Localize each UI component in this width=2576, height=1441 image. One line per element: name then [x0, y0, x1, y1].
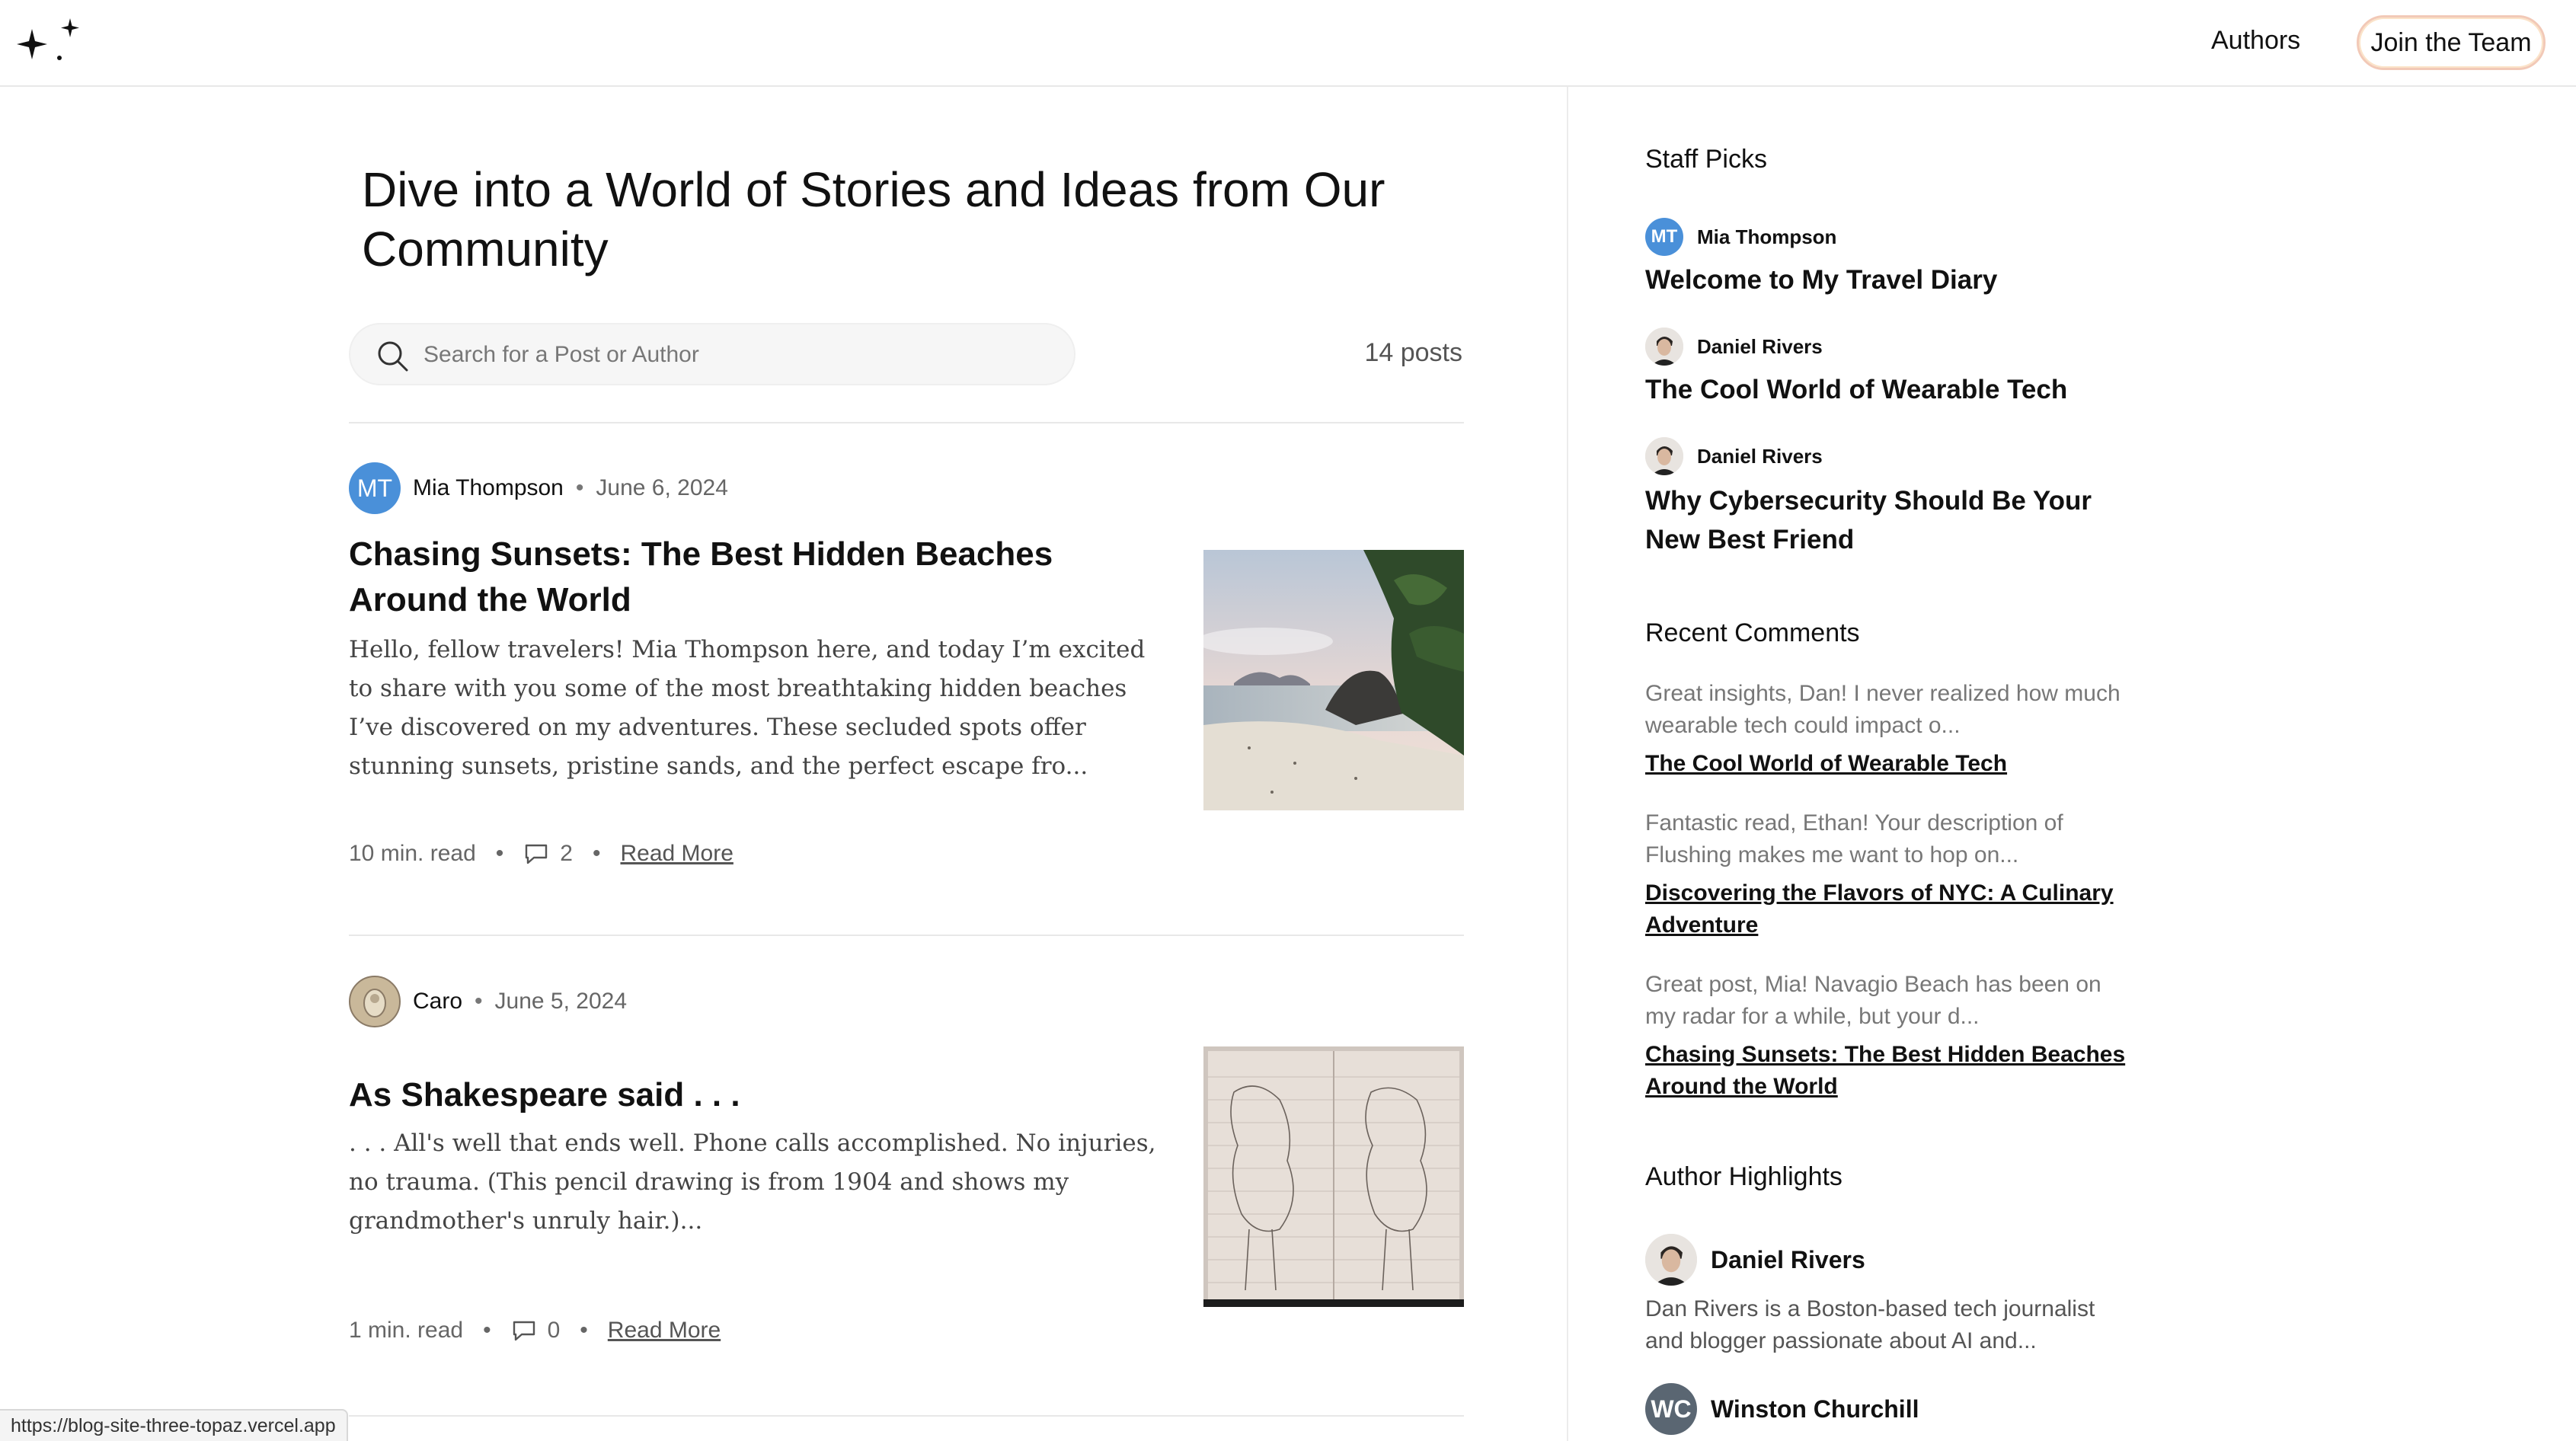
sparkles-icon[interactable]: [14, 14, 87, 72]
pick-title[interactable]: The Cool World of Wearable Tech: [1645, 370, 2178, 409]
read-time: 1 min. read: [349, 1318, 464, 1343]
sidebar-divider: [1567, 87, 1568, 1441]
search-icon: [375, 338, 410, 373]
beach-photo[interactable]: [1203, 550, 1464, 810]
highlight-author[interactable]: Daniel Rivers: [1645, 1234, 2133, 1286]
pick-author[interactable]: Daniel Rivers: [1645, 328, 2178, 366]
staff-pick-item: MT Mia Thompson Welcome to My Travel Dia…: [1645, 218, 2178, 299]
author-highlight-item: WC Winston Churchill: [1645, 1383, 2178, 1435]
post-date: June 5, 2024: [494, 989, 628, 1014]
link-preview-status: https://blog-site-three-topaz.vercel.app: [0, 1409, 348, 1441]
comment-post-link[interactable]: The Cool World of Wearable Tech: [1645, 748, 2133, 780]
comment-icon[interactable]: [523, 842, 549, 865]
read-time: 10 min. read: [349, 841, 476, 866]
post-footer: 10 min. read • 2 • Read More: [349, 841, 733, 867]
post-date: June 6, 2024: [596, 475, 728, 500]
meta-separator: •: [475, 989, 483, 1014]
post-author[interactable]: Caro: [413, 989, 462, 1014]
comment-item: Great post, Mia! Navagio Beach has been …: [1645, 969, 2133, 1103]
read-more-link[interactable]: Read More: [620, 841, 733, 867]
post-title[interactable]: As Shakespeare said . . .: [349, 1072, 1156, 1118]
read-more-link[interactable]: Read More: [608, 1318, 721, 1344]
pick-author-name: Daniel Rivers: [1697, 444, 1823, 468]
page-title: Dive into a World of Stories and Ideas f…: [362, 162, 1385, 276]
author-highlights-heading: Author Highlights: [1645, 1162, 1843, 1191]
avatar[interactable]: MT: [349, 462, 401, 514]
avatar: MT: [1645, 218, 1683, 256]
staff-picks-heading: Staff Picks: [1645, 145, 1767, 174]
post-author[interactable]: Mia Thompson: [413, 475, 564, 501]
top-navbar: Authors Join the Team: [0, 0, 2576, 87]
meta-separator: •: [483, 1318, 491, 1343]
meta-separator: •: [592, 841, 601, 866]
divider: [349, 1415, 1464, 1417]
highlight-bio: Dan Rivers is a Boston-based tech journa…: [1645, 1296, 2095, 1353]
meta-separator: •: [580, 1318, 588, 1343]
nav-authors-link[interactable]: Authors: [2211, 26, 2300, 56]
post-excerpt: . . . All's well that ends well. Phone c…: [349, 1129, 1156, 1235]
comment-post-link[interactable]: Discovering the Flavors of NYC: A Culina…: [1645, 877, 2133, 941]
post-excerpt: Hello, fellow travelers! Mia Thompson he…: [349, 636, 1146, 780]
comment-count: 2: [560, 841, 573, 866]
pick-author[interactable]: Daniel Rivers: [1645, 437, 2178, 475]
comment-icon[interactable]: [511, 1319, 537, 1342]
meta-separator: •: [495, 841, 504, 866]
comment-item: Great insights, Dan! I never realized ho…: [1645, 678, 2133, 780]
comment-item: Fantastic read, Ethan! Your description …: [1645, 807, 2133, 941]
comment-count: 0: [547, 1318, 561, 1343]
comment-text: Great insights, Dan! I never realized ho…: [1645, 681, 2121, 738]
divider: [349, 422, 1464, 423]
search-input[interactable]: [423, 335, 1048, 375]
comment-text: Fantastic read, Ethan! Your description …: [1645, 810, 2063, 867]
post-count: 14 posts: [1364, 338, 1462, 367]
avatar: WC: [1645, 1383, 1697, 1435]
staff-pick-item: Daniel Rivers Why Cybersecurity Should B…: [1645, 437, 2178, 559]
author-highlight-item: Daniel Rivers Dan Rivers is a Boston-bas…: [1645, 1234, 2133, 1357]
highlight-author-name: Daniel Rivers: [1711, 1245, 1865, 1273]
pick-author[interactable]: MT Mia Thompson: [1645, 218, 2178, 256]
divider: [349, 935, 1464, 936]
pick-author-name: Mia Thompson: [1697, 225, 1837, 248]
comment-text: Great post, Mia! Navagio Beach has been …: [1645, 972, 2101, 1029]
avatar: [1645, 437, 1683, 475]
search-bar[interactable]: [349, 323, 1075, 385]
join-team-button[interactable]: Join the Team: [2357, 15, 2546, 70]
comment-post-link[interactable]: Chasing Sunsets: The Best Hidden Beaches…: [1645, 1039, 2133, 1103]
meta-separator: •: [575, 475, 584, 500]
recent-comments-heading: Recent Comments: [1645, 618, 1860, 647]
post-footer: 1 min. read • 0 • Read More: [349, 1318, 721, 1344]
pick-author-name: Daniel Rivers: [1697, 334, 1823, 358]
post-meta: MT Mia Thompson • June 6, 2024: [349, 462, 728, 515]
highlight-author[interactable]: WC Winston Churchill: [1645, 1383, 2178, 1435]
post-meta: Caro • June 5, 2024: [349, 975, 627, 1028]
highlight-author-name: Winston Churchill: [1711, 1395, 1919, 1423]
pencil-drawing-photo[interactable]: [1203, 1046, 1464, 1307]
pick-title[interactable]: Welcome to My Travel Diary: [1645, 260, 2178, 299]
avatar: [1645, 1234, 1697, 1286]
avatar[interactable]: [349, 976, 401, 1027]
avatar: [1645, 328, 1683, 366]
post-title[interactable]: Chasing Sunsets: The Best Hidden Beaches…: [349, 532, 1156, 623]
pick-title[interactable]: Why Cybersecurity Should Be Your New Bes…: [1645, 481, 2133, 559]
staff-pick-item: Daniel Rivers The Cool World of Wearable…: [1645, 328, 2178, 409]
